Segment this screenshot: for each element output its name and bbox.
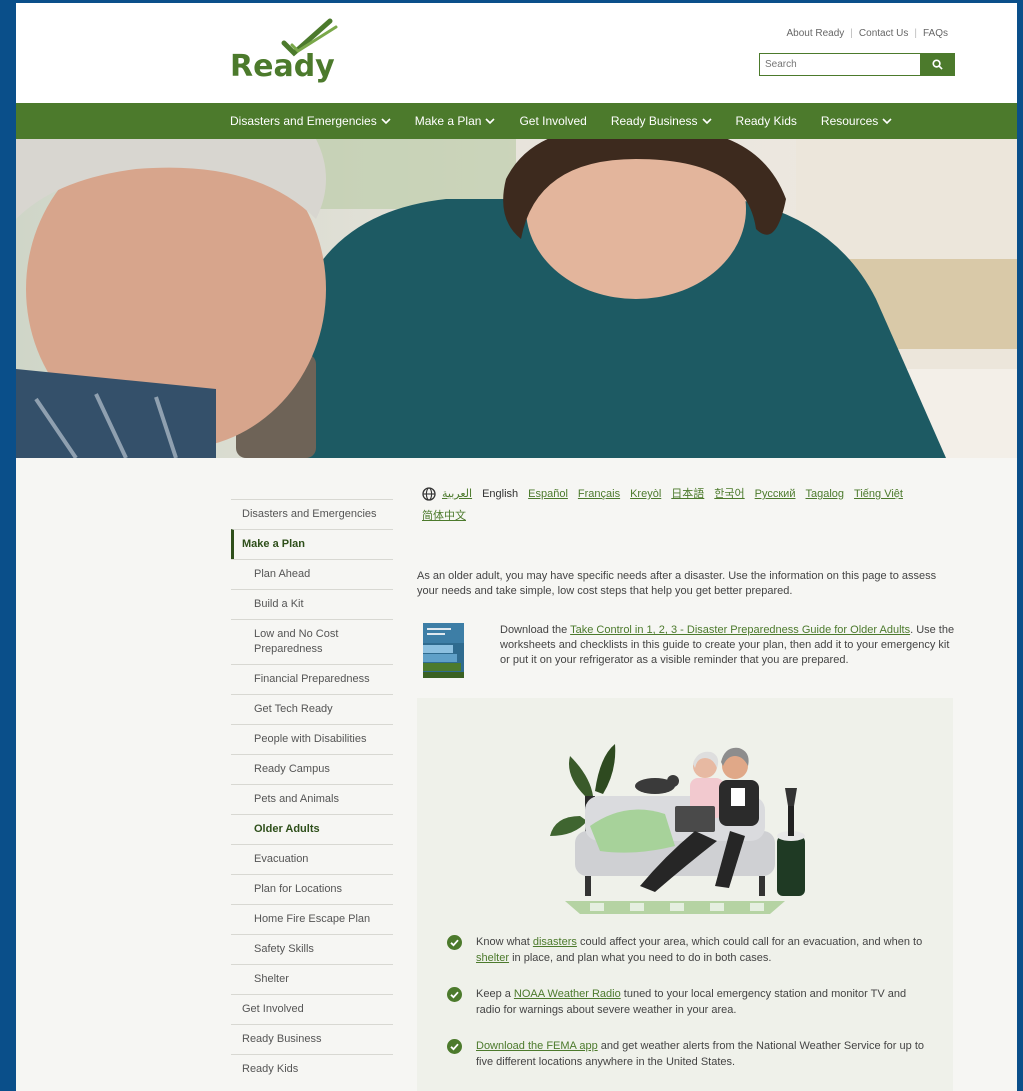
sidebar-item-evacuation[interactable]: Evacuation <box>231 844 393 874</box>
search-icon <box>932 59 943 70</box>
sidebar-item-pets[interactable]: Pets and Animals <box>231 784 393 814</box>
sidebar-item-older-adults[interactable]: Older Adults <box>231 814 393 844</box>
faqs-link[interactable]: FAQs <box>917 28 954 39</box>
check-circle-icon <box>447 1039 462 1054</box>
chevron-down-icon <box>701 118 712 125</box>
sidebar-item-financial[interactable]: Financial Preparedness <box>231 664 393 694</box>
tip-text: Download the FEMA app and get weather al… <box>476 1038 927 1070</box>
sidebar-item-disasters[interactable]: Disasters and Emergencies <box>231 499 393 529</box>
contact-us-link[interactable]: Contact Us <box>853 28 914 39</box>
sidebar-item-campus[interactable]: Ready Campus <box>231 754 393 784</box>
sidebar-item-ready-kids[interactable]: Ready Kids <box>231 1054 393 1084</box>
sidebar-item-tech-ready[interactable]: Get Tech Ready <box>231 694 393 724</box>
list-item: Download the FEMA app and get weather al… <box>447 1038 927 1070</box>
utility-links: About Ready | Contact Us | FAQs <box>780 28 954 39</box>
lang-arabic[interactable]: العربية <box>442 483 472 505</box>
tips-list: Know what disasters could affect your ar… <box>447 934 927 1090</box>
sidebar-item-plan-ahead[interactable]: Plan Ahead <box>231 559 393 589</box>
logo-text: Ready <box>230 49 335 84</box>
sidebar-item-build-a-kit[interactable]: Build a Kit <box>231 589 393 619</box>
nav-label: Make a Plan <box>414 114 482 128</box>
nav-label: Resources <box>820 114 879 128</box>
tip-text: Know what disasters could affect your ar… <box>476 934 927 966</box>
guide-text: Download the Take Control in 1, 2, 3 - D… <box>500 623 957 678</box>
sidebar-item-fire-escape[interactable]: Home Fire Escape Plan <box>231 904 393 934</box>
lang-vietnamese[interactable]: Tiếng Việt <box>854 483 903 505</box>
main-nav: Disasters and Emergencies Make a Plan Ge… <box>16 103 1017 139</box>
disasters-link[interactable]: disasters <box>533 936 577 948</box>
lang-chinese[interactable]: 简体中文 <box>422 505 466 527</box>
tip-text-part: Keep a <box>476 988 514 1000</box>
lang-french[interactable]: Français <box>578 483 620 505</box>
lang-japanese[interactable]: 日本語 <box>671 483 704 505</box>
hero-photo-illustration <box>16 139 1017 458</box>
tip-text: Keep a NOAA Weather Radio tuned to your … <box>476 986 927 1018</box>
chevron-down-icon <box>381 118 391 125</box>
about-ready-link[interactable]: About Ready <box>780 28 850 39</box>
nav-resources[interactable]: Resources <box>821 114 892 128</box>
nav-make-a-plan[interactable]: Make a Plan <box>415 114 496 128</box>
guide-cover-thumbnail[interactable] <box>423 623 464 678</box>
sidebar-item-get-involved[interactable]: Get Involved <box>231 994 393 1024</box>
nav-label: Disasters and Emergencies <box>230 114 377 128</box>
chevron-down-icon <box>882 118 892 125</box>
intro-paragraph: As an older adult, you may have specific… <box>417 570 937 597</box>
search-button[interactable] <box>920 53 955 76</box>
tip-text-part: in place, and plan what you need to do i… <box>509 952 772 964</box>
tip-text-part: could affect your area, which could call… <box>576 936 923 948</box>
list-item: Keep a NOAA Weather Radio tuned to your … <box>447 986 927 1018</box>
check-circle-icon <box>447 987 462 1002</box>
sidebar-item-disabilities[interactable]: People with Disabilities <box>231 724 393 754</box>
tip-text-part: Know what <box>476 936 533 948</box>
sidebar-item-safety-skills[interactable]: Safety Skills <box>231 934 393 964</box>
ready-logo[interactable]: Ready <box>230 17 350 87</box>
nav-ready-business[interactable]: Ready Business <box>611 114 712 128</box>
globe-icon <box>422 487 436 501</box>
hero-image <box>16 139 1017 458</box>
guide-callout: Download the Take Control in 1, 2, 3 - D… <box>417 623 957 678</box>
search-input[interactable] <box>759 53 920 76</box>
main-content: العربية English Español Français Kreyòl … <box>417 483 957 1091</box>
nav-disasters[interactable]: Disasters and Emergencies <box>230 114 391 128</box>
fema-app-link[interactable]: Download the FEMA app <box>476 1040 598 1052</box>
site-header: Ready About Ready | Contact Us | FAQs <box>16 3 1017 103</box>
lang-russian[interactable]: Русский <box>755 483 796 505</box>
guide-prefix: Download the <box>500 624 571 636</box>
list-item: Know what disasters could affect your ar… <box>447 934 927 966</box>
nav-label: Get Involved <box>519 114 587 128</box>
chevron-down-icon <box>485 118 496 125</box>
search-form <box>759 53 955 76</box>
nav-ready-kids[interactable]: Ready Kids <box>736 114 797 128</box>
lang-kreyol[interactable]: Kreyòl <box>630 483 661 505</box>
nav-label: Ready Kids <box>735 114 797 128</box>
lang-english: English <box>482 488 519 500</box>
older-couple-illustration <box>550 744 805 914</box>
sidebar-item-locations[interactable]: Plan for Locations <box>231 874 393 904</box>
sidebar-item-shelter[interactable]: Shelter <box>231 964 393 994</box>
language-selector: العربية English Español Français Kreyòl … <box>417 483 957 527</box>
shelter-link[interactable]: shelter <box>476 952 509 964</box>
nav-get-involved[interactable]: Get Involved <box>519 114 586 128</box>
section-sidebar: Disasters and Emergencies Make a Plan Pl… <box>231 499 393 1084</box>
page-frame: Ready About Ready | Contact Us | FAQs Di… <box>16 3 1017 1091</box>
lang-spanish[interactable]: Español <box>528 483 568 505</box>
sidebar-item-ready-business[interactable]: Ready Business <box>231 1024 393 1054</box>
sidebar-item-low-cost[interactable]: Low and No Cost Preparedness <box>231 619 393 664</box>
lang-korean[interactable]: 한국어 <box>714 483 744 505</box>
tips-panel: Know what disasters could affect your ar… <box>417 698 953 1091</box>
lang-tagalog[interactable]: Tagalog <box>805 483 844 505</box>
nav-label: Ready Business <box>610 114 698 128</box>
guide-download-link[interactable]: Take Control in 1, 2, 3 - Disaster Prepa… <box>570 624 910 636</box>
check-circle-icon <box>447 935 462 950</box>
sidebar-item-make-a-plan[interactable]: Make a Plan <box>231 529 393 559</box>
noaa-radio-link[interactable]: NOAA Weather Radio <box>514 988 621 1000</box>
